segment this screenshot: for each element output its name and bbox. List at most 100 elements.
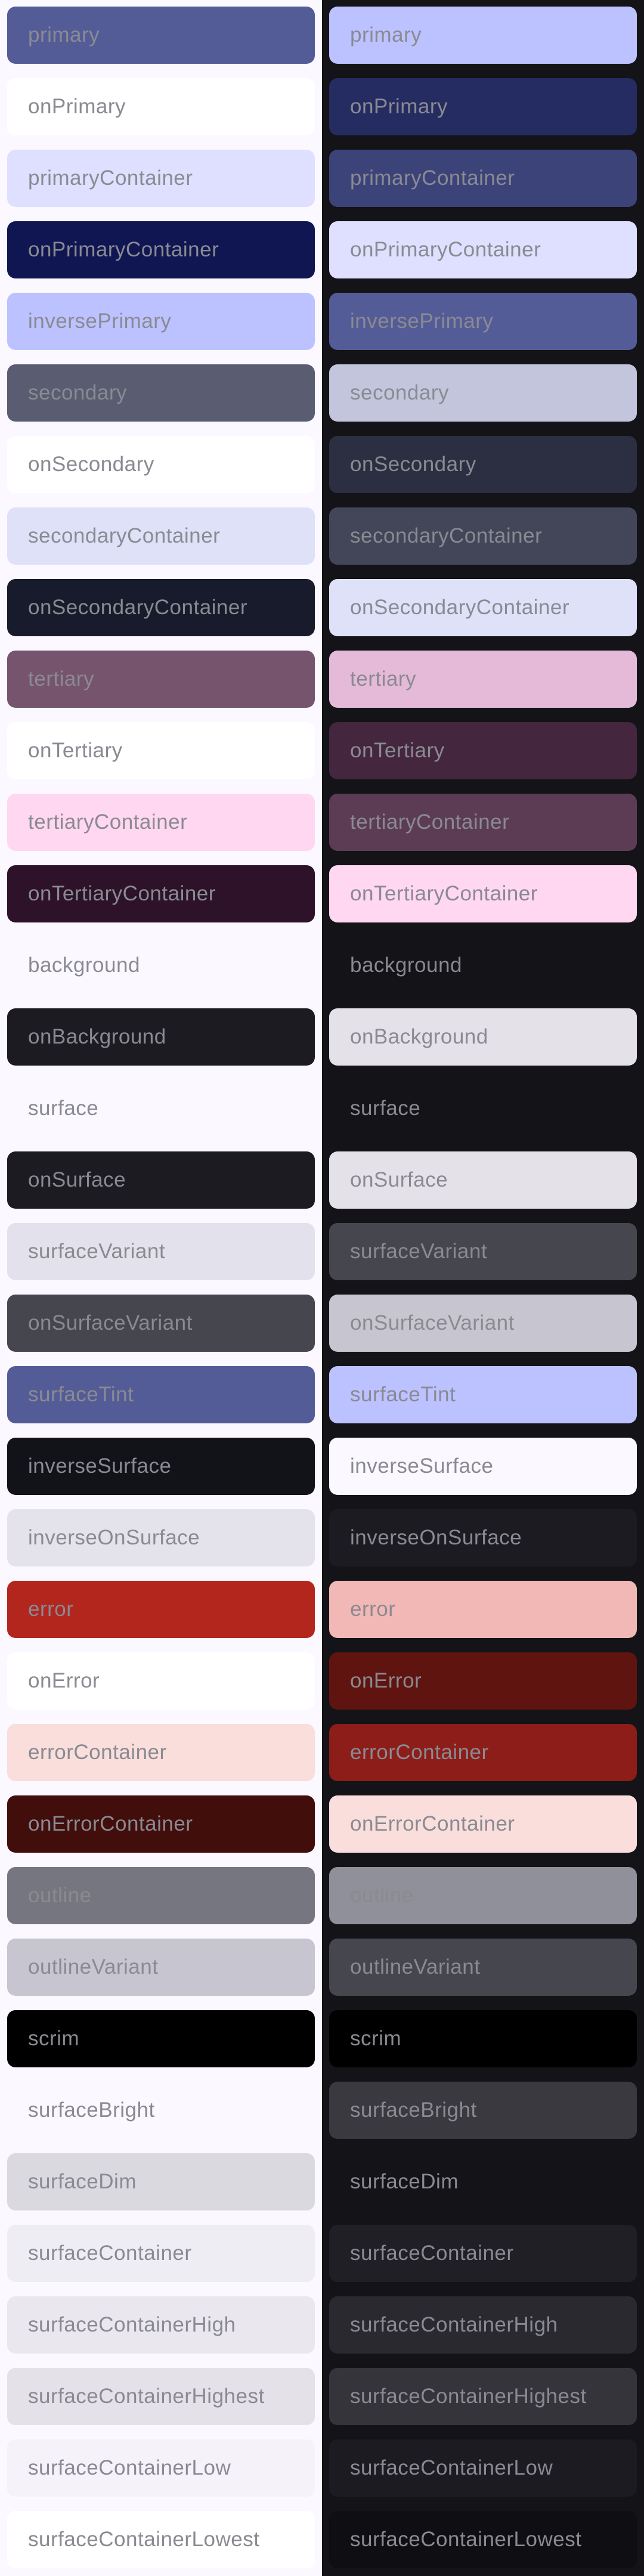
- swatch-label: tertiary: [28, 667, 94, 691]
- light-swatch-background: background: [7, 937, 315, 994]
- light-swatch-surfaceContainerLowest: surfaceContainerLowest: [7, 2511, 315, 2568]
- dark-swatch-primary: primary: [329, 7, 637, 64]
- swatch-label: surface: [350, 1097, 421, 1120]
- swatch-label: onTertiaryContainer: [350, 882, 538, 905]
- dark-swatch-surfaceContainerLowest: surfaceContainerLowest: [329, 2511, 637, 2568]
- swatch-label: outline: [28, 1884, 92, 1907]
- swatch-label: surfaceContainerLowest: [28, 2528, 260, 2551]
- swatch-label: outline: [350, 1884, 414, 1907]
- dark-swatch-onTertiaryContainer: onTertiaryContainer: [329, 865, 637, 922]
- swatch-label: surfaceContainerLowest: [350, 2528, 582, 2551]
- swatch-label: secondaryContainer: [28, 524, 221, 547]
- dark-swatch-surfaceTint: surfaceTint: [329, 1366, 637, 1423]
- swatch-label: surfaceTint: [28, 1383, 134, 1406]
- swatch-label: onTertiaryContainer: [28, 882, 216, 905]
- swatch-label: onPrimaryContainer: [28, 238, 219, 261]
- dark-swatch-tertiaryContainer: tertiaryContainer: [329, 794, 637, 851]
- dark-swatch-onError: onError: [329, 1652, 637, 1710]
- light-swatch-tertiary: tertiary: [7, 651, 315, 708]
- swatch-label: onTertiary: [350, 739, 445, 762]
- swatch-label: secondaryContainer: [350, 524, 543, 547]
- dark-swatch-surfaceContainer: surfaceContainer: [329, 2225, 637, 2282]
- swatch-label: onPrimary: [28, 95, 126, 118]
- swatch-label: onSurface: [28, 1168, 126, 1191]
- swatch-label: onSecondary: [350, 453, 476, 476]
- dark-swatch-inversePrimary: inversePrimary: [329, 293, 637, 350]
- swatch-label: onErrorContainer: [28, 1812, 193, 1835]
- light-swatch-primary: primary: [7, 7, 315, 64]
- light-swatch-scrim: scrim: [7, 2010, 315, 2067]
- swatch-label: onSecondaryContainer: [28, 596, 248, 619]
- light-swatch-surfaceVariant: surfaceVariant: [7, 1223, 315, 1280]
- swatch-label: inverseOnSurface: [28, 1526, 200, 1549]
- dark-swatch-primaryContainer: primaryContainer: [329, 150, 637, 207]
- color-scheme-preview: primary onPrimary primaryContainer onPrimar…: [0, 0, 644, 2576]
- swatch-label: surfaceContainerHighest: [28, 2385, 265, 2408]
- swatch-label: onTertiary: [28, 739, 123, 762]
- swatch-label: background: [28, 953, 140, 977]
- light-swatch-onSurfaceVariant: onSurfaceVariant: [7, 1295, 315, 1352]
- swatch-label: secondary: [350, 381, 449, 404]
- swatch-label: surfaceVariant: [350, 1240, 488, 1263]
- light-swatch-surfaceContainer: surfaceContainer: [7, 2225, 315, 2282]
- swatch-label: outlineVariant: [350, 1955, 481, 1979]
- dark-swatch-scrim: scrim: [329, 2010, 637, 2067]
- dark-swatch-outlineVariant: outlineVariant: [329, 1939, 637, 1996]
- dark-swatch-onSurfaceVariant: onSurfaceVariant: [329, 1295, 637, 1352]
- swatch-label: error: [28, 1597, 74, 1621]
- swatch-label: inverseSurface: [350, 1454, 494, 1478]
- light-swatch-onTertiary: onTertiary: [7, 722, 315, 779]
- light-swatch-onSecondaryContainer: onSecondaryContainer: [7, 579, 315, 636]
- swatch-label: surfaceContainerLow: [350, 2456, 553, 2479]
- swatch-label: onBackground: [350, 1025, 488, 1048]
- swatch-label: background: [350, 953, 462, 977]
- swatch-label: onSecondary: [28, 453, 154, 476]
- light-swatch-onErrorContainer: onErrorContainer: [7, 1795, 315, 1853]
- swatch-label: onSurfaceVariant: [28, 1311, 193, 1335]
- light-swatch-error: error: [7, 1581, 315, 1638]
- swatch-label: tertiary: [350, 667, 416, 691]
- swatch-label: onError: [28, 1669, 100, 1692]
- dark-swatch-onSecondary: onSecondary: [329, 436, 637, 493]
- dark-swatch-onSurface: onSurface: [329, 1151, 637, 1209]
- swatch-label: secondary: [28, 381, 127, 404]
- dark-swatch-surfaceBright: surfaceBright: [329, 2082, 637, 2139]
- dark-swatch-background: background: [329, 937, 637, 994]
- light-swatch-onSecondary: onSecondary: [7, 436, 315, 493]
- light-swatch-onTertiaryContainer: onTertiaryContainer: [7, 865, 315, 922]
- swatch-label: onSecondaryContainer: [350, 596, 570, 619]
- light-swatch-inverseSurface: inverseSurface: [7, 1438, 315, 1495]
- swatch-label: errorContainer: [350, 1741, 489, 1764]
- light-swatch-surface: surface: [7, 1080, 315, 1137]
- swatch-label: onPrimary: [350, 95, 448, 118]
- dark-swatch-surfaceContainerHigh: surfaceContainerHigh: [329, 2296, 637, 2354]
- swatch-label: inversePrimary: [350, 309, 494, 333]
- swatch-label: onSurface: [350, 1168, 448, 1191]
- swatch-label: surfaceVariant: [28, 1240, 166, 1263]
- light-swatch-surfaceContainerLow: surfaceContainerLow: [7, 2439, 315, 2497]
- light-scheme-column: primary onPrimary primaryContainer onPrimar…: [0, 0, 322, 2576]
- light-swatch-errorContainer: errorContainer: [7, 1724, 315, 1781]
- swatch-label: surfaceContainerHighest: [350, 2385, 587, 2408]
- swatch-label: surfaceContainer: [28, 2241, 192, 2265]
- swatch-label: onErrorContainer: [350, 1812, 515, 1835]
- dark-swatch-surfaceDim: surfaceDim: [329, 2153, 637, 2210]
- light-swatch-outline: outline: [7, 1867, 315, 1924]
- swatch-label: inversePrimary: [28, 309, 172, 333]
- swatch-label: inverseSurface: [28, 1454, 172, 1478]
- light-swatch-secondaryContainer: secondaryContainer: [7, 507, 315, 565]
- swatch-label: onError: [350, 1669, 422, 1692]
- swatch-label: surfaceContainerLow: [28, 2456, 231, 2479]
- swatch-label: surfaceContainerHigh: [350, 2313, 558, 2336]
- swatch-label: scrim: [28, 2027, 80, 2050]
- light-swatch-surfaceTint: surfaceTint: [7, 1366, 315, 1423]
- light-swatch-surfaceContainerHigh: surfaceContainerHigh: [7, 2296, 315, 2354]
- light-swatch-surfaceContainerHighest: surfaceContainerHighest: [7, 2368, 315, 2425]
- swatch-label: outlineVariant: [28, 1955, 159, 1979]
- light-swatch-onSurface: onSurface: [7, 1151, 315, 1209]
- dark-swatch-tertiary: tertiary: [329, 651, 637, 708]
- swatch-label: surfaceDim: [28, 2170, 137, 2193]
- swatch-label: onBackground: [28, 1025, 166, 1048]
- swatch-label: primaryContainer: [28, 166, 193, 190]
- swatch-label: onPrimaryContainer: [350, 238, 541, 261]
